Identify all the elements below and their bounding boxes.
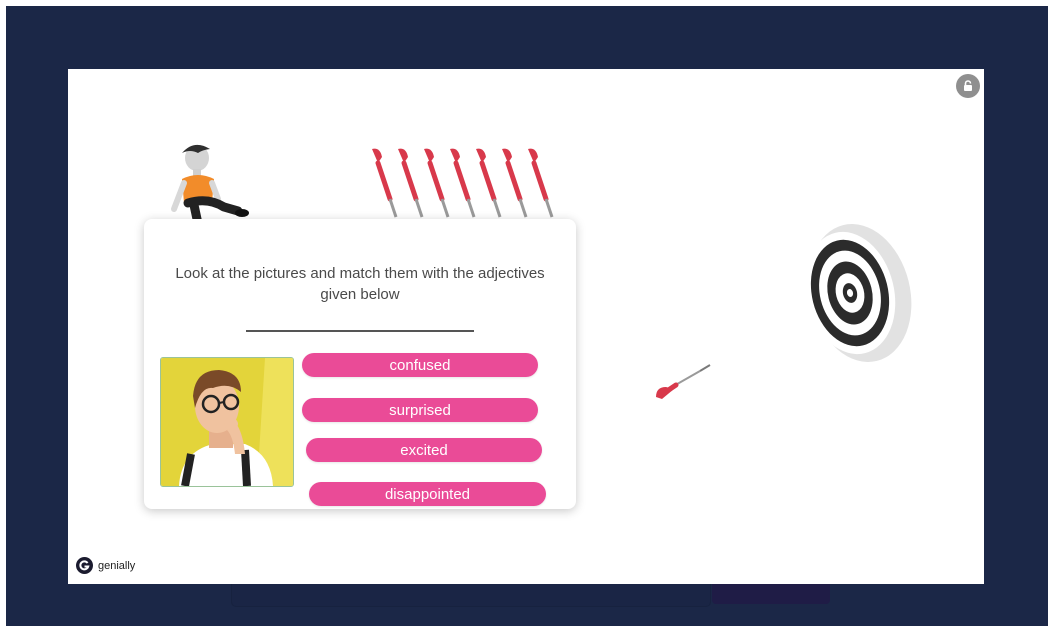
option-label: excited: [400, 441, 448, 459]
option-excited-button[interactable]: excited: [306, 438, 542, 462]
lock-button[interactable]: [956, 74, 980, 98]
slide-canvas: Look at the pictures and match them with…: [68, 69, 984, 584]
dart-icon: [502, 148, 528, 218]
flying-dart-icon: [656, 364, 711, 399]
question-card: Look at the pictures and match them with…: [144, 219, 576, 509]
dart-icon: [528, 148, 554, 218]
option-label: surprised: [389, 401, 451, 419]
lock-icon: [964, 80, 972, 91]
answer-blank-line: [246, 330, 474, 332]
dart-icon: [372, 148, 398, 218]
option-disappointed-button[interactable]: disappointed: [309, 482, 546, 506]
dart-icon: [476, 148, 502, 218]
bottom-toolbar: [232, 584, 710, 606]
option-label: confused: [389, 356, 451, 374]
option-label: disappointed: [384, 485, 471, 503]
dart-icon: [398, 148, 424, 218]
brand-name: genially: [98, 559, 136, 572]
picture-boy-thinking: [160, 357, 294, 487]
question-text: Look at the pictures and match them with…: [175, 265, 545, 303]
dart-icon: [424, 148, 450, 218]
genially-logo-icon: [76, 557, 93, 574]
dart-icon: [450, 148, 476, 218]
genially-brand-link[interactable]: genially: [76, 557, 135, 574]
option-confused-button[interactable]: confused: [302, 353, 538, 377]
option-surprised-button[interactable]: surprised: [302, 398, 538, 422]
bottom-toolbar-button[interactable]: [712, 584, 830, 604]
dartboard-target-icon: [804, 224, 912, 362]
darts-row-illustration: [372, 148, 554, 218]
